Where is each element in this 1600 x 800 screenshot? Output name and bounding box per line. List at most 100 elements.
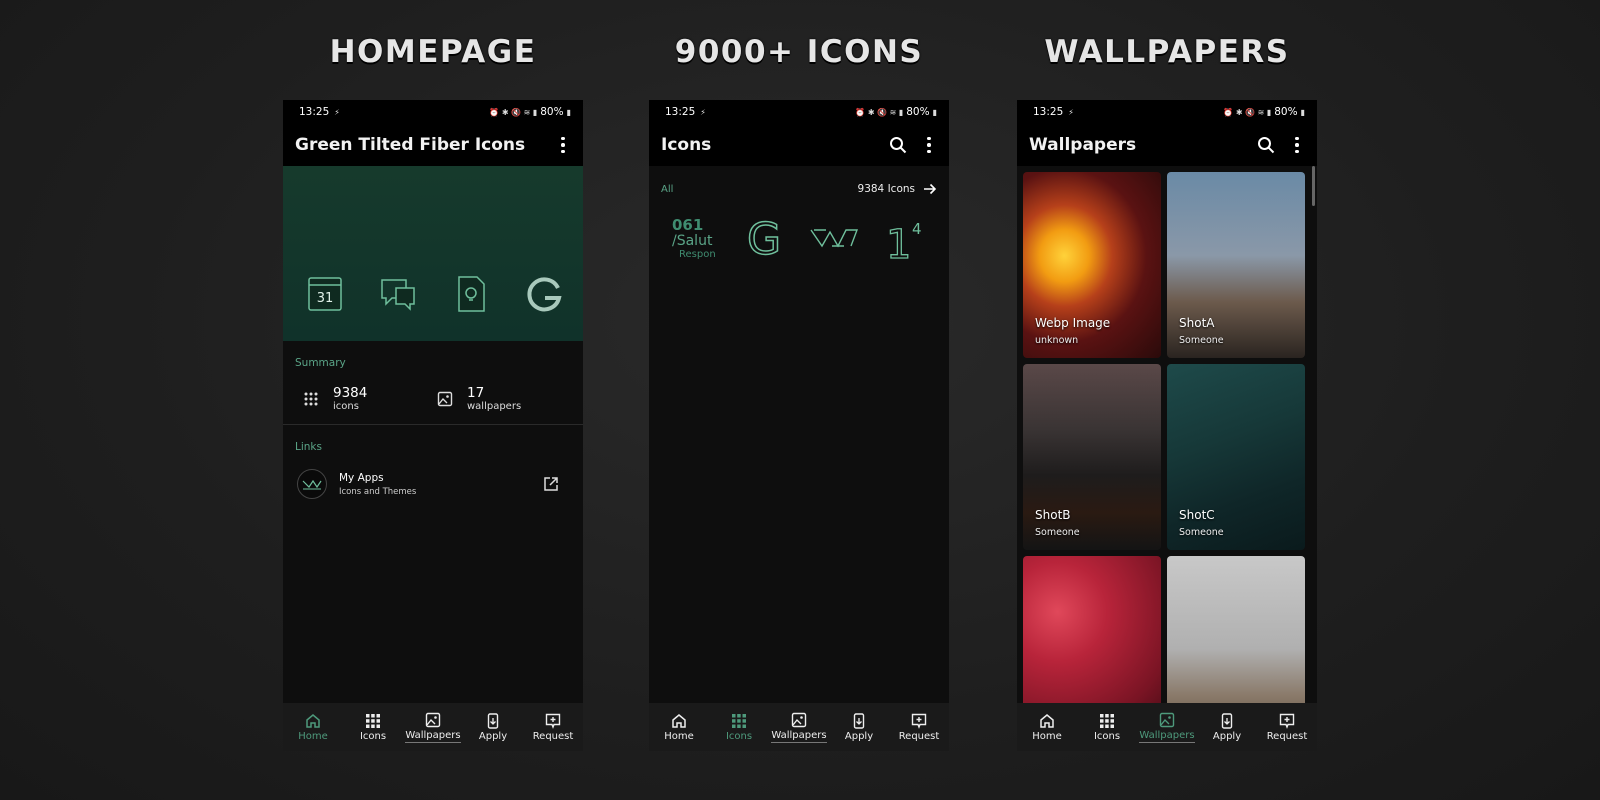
nav-home-label: Home bbox=[298, 730, 328, 742]
link-my-apps[interactable]: My Apps Icons and Themes bbox=[283, 453, 583, 499]
nav-home[interactable]: Home bbox=[1017, 713, 1077, 742]
status-icons: ⏰ ✱ 🔇 ≋ ▮ bbox=[855, 107, 904, 117]
open-external-icon[interactable] bbox=[543, 476, 559, 492]
battery-icon: ▮ bbox=[1300, 107, 1305, 117]
nav-wallpapers[interactable]: Wallpapers bbox=[769, 712, 829, 743]
nav-home-label: Home bbox=[1032, 730, 1062, 742]
app-bar: Wallpapers bbox=[1017, 124, 1317, 166]
nav-apply-label: Apply bbox=[478, 730, 508, 742]
nav-request-label: Request bbox=[898, 730, 940, 742]
icon-text-4: 4 bbox=[912, 220, 922, 238]
nav-wallpapers-label: Wallpapers bbox=[1139, 729, 1195, 743]
nav-icons[interactable]: Icons bbox=[709, 713, 769, 742]
nav-apply[interactable]: Apply bbox=[1197, 712, 1257, 742]
nav-wallpapers-label: Wallpapers bbox=[771, 729, 827, 743]
nav-wallpapers-label: Wallpapers bbox=[405, 729, 461, 743]
overflow-menu-icon[interactable] bbox=[555, 136, 571, 154]
nav-wallpapers[interactable]: Wallpapers bbox=[403, 712, 463, 743]
home-icon bbox=[672, 713, 686, 728]
caption-wallpapers: WALLPAPERS bbox=[1044, 34, 1290, 70]
wallpaper-name: ShotA bbox=[1179, 316, 1215, 330]
avatar bbox=[297, 469, 327, 499]
icons-count-label: icons bbox=[333, 401, 359, 412]
chat-icon bbox=[381, 279, 415, 311]
links-label: Links bbox=[295, 441, 322, 453]
app-bar: Green Tilted Fiber Icons bbox=[283, 124, 583, 166]
nav-icons-label: Icons bbox=[725, 730, 753, 742]
grid-icon bbox=[304, 392, 318, 405]
battery-level: 80% bbox=[540, 106, 564, 118]
battery-level: 80% bbox=[906, 106, 930, 118]
nav-request-label: Request bbox=[532, 730, 574, 742]
status-icons: ⏰ ✱ 🔇 ≋ ▮ bbox=[1223, 107, 1272, 117]
battery-level: 80% bbox=[1274, 106, 1298, 118]
request-icon bbox=[545, 713, 561, 729]
notification-icon: ⚡ bbox=[1068, 107, 1074, 117]
nav-request[interactable]: Request bbox=[523, 713, 583, 742]
wallpaper-card[interactable]: ShotA Someone bbox=[1167, 172, 1305, 358]
phone-wallpapers: 13:25 ⚡ ⏰ ✱ 🔇 ≋ ▮ 80% ▮ Wallpapers Webp Ima… bbox=[1017, 100, 1317, 751]
apply-phone-icon bbox=[1221, 712, 1233, 729]
phone-icons: 13:25 ⚡ ⏰ ✱ 🔇 ≋ ▮ 80% ▮ Icons All 9384 Icon… bbox=[649, 100, 949, 751]
google-g-icon bbox=[527, 277, 562, 312]
google-g-icon[interactable]: G bbox=[738, 212, 790, 264]
home-icon bbox=[306, 713, 320, 728]
calendar-day: 31 bbox=[317, 291, 334, 306]
wallpaper-author: unknown bbox=[1035, 335, 1079, 346]
battery-icon: ▮ bbox=[566, 107, 571, 117]
wallpaper-author: Someone bbox=[1179, 335, 1224, 346]
overflow-menu-icon[interactable] bbox=[1289, 136, 1305, 154]
nav-request[interactable]: Request bbox=[889, 713, 949, 742]
salut-icon[interactable]: 061 /Salut Respon bbox=[668, 212, 720, 264]
nav-home-label: Home bbox=[664, 730, 694, 742]
nav-icons[interactable]: Icons bbox=[1077, 713, 1137, 742]
wallpaper-card[interactable]: ShotB Someone bbox=[1023, 364, 1161, 550]
number-one-icon[interactable]: 1 4 bbox=[878, 212, 930, 264]
wallpaper-name: ShotC bbox=[1179, 508, 1215, 522]
logo-mark-icon[interactable] bbox=[808, 212, 860, 264]
category-all[interactable]: All bbox=[661, 184, 673, 195]
status-time: 13:25 bbox=[299, 106, 330, 118]
app-title: Wallpapers bbox=[1029, 135, 1137, 155]
arrow-right-icon bbox=[924, 183, 937, 195]
status-bar: 13:25 ⚡ ⏰ ✱ 🔇 ≋ ▮ 80% ▮ bbox=[1017, 100, 1317, 124]
image-icon bbox=[791, 712, 807, 727]
scrollbar[interactable] bbox=[1312, 166, 1315, 206]
app-title: Icons bbox=[661, 135, 712, 155]
image-icon bbox=[437, 391, 453, 406]
hero-banner: 31 bbox=[283, 166, 583, 341]
wallpapers-summary[interactable]: 17 wallpapers bbox=[437, 385, 571, 412]
icons-count-button[interactable]: 9384 Icons bbox=[858, 182, 937, 196]
logo-icon bbox=[302, 479, 322, 490]
nav-wallpapers[interactable]: Wallpapers bbox=[1137, 712, 1197, 743]
nav-apply[interactable]: Apply bbox=[463, 712, 523, 742]
nav-home[interactable]: Home bbox=[283, 713, 343, 742]
icons-summary[interactable]: 9384 icons bbox=[303, 385, 437, 412]
request-icon bbox=[1279, 713, 1295, 729]
nav-icons[interactable]: Icons bbox=[343, 713, 403, 742]
nav-home[interactable]: Home bbox=[649, 713, 709, 742]
nav-apply[interactable]: Apply bbox=[829, 712, 889, 742]
doc-bulb-icon bbox=[458, 276, 485, 312]
grid-icon bbox=[732, 713, 746, 728]
icons-count: 9384 bbox=[333, 385, 368, 401]
bottom-navigation: Home Icons Wallpapers Apply Request bbox=[649, 703, 949, 751]
icon-text-061: 061 bbox=[672, 216, 703, 234]
status-time: 13:25 bbox=[1033, 106, 1064, 118]
battery-icon: ▮ bbox=[932, 107, 937, 117]
wallpapers-count-label: wallpapers bbox=[467, 401, 522, 412]
search-icon[interactable] bbox=[1257, 136, 1275, 154]
bottom-navigation: Home Icons Wallpapers Apply Request bbox=[283, 703, 583, 751]
wallpapers-count: 17 bbox=[467, 385, 485, 401]
nav-apply-label: Apply bbox=[844, 730, 874, 742]
search-icon[interactable] bbox=[889, 136, 907, 154]
home-icon bbox=[1040, 713, 1054, 728]
wallpaper-author: Someone bbox=[1179, 527, 1224, 538]
wallpaper-card[interactable]: Webp Image unknown bbox=[1023, 172, 1161, 358]
app-bar: Icons bbox=[649, 124, 949, 166]
wallpaper-card[interactable]: ShotC Someone bbox=[1167, 364, 1305, 550]
nav-request[interactable]: Request bbox=[1257, 713, 1317, 742]
overflow-menu-icon[interactable] bbox=[921, 136, 937, 154]
summary-label: Summary bbox=[295, 357, 346, 369]
phone-homepage: 13:25 ⚡ ⏰ ✱ 🔇 ≋ ▮ 80% ▮ Green Tilted Fiber … bbox=[283, 100, 583, 751]
